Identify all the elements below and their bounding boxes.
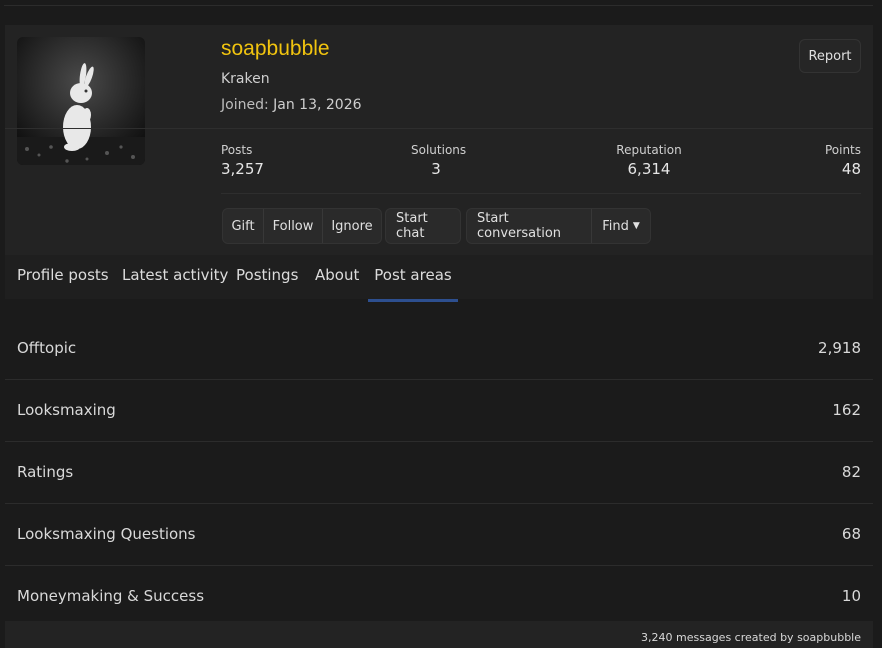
stat-posts[interactable]: Posts 3,257 [221,143,264,178]
post-areas-footer: 3,240 messages created by soapbubble [5,621,873,648]
chat-group: Start chat [385,208,461,244]
list-item[interactable]: Ratings 82 [5,442,873,504]
tab-post-areas[interactable]: Post areas [368,255,458,302]
conversation-group: Start conversation Find ▼ [466,208,651,244]
list-item[interactable]: Looksmaxing 162 [5,380,873,442]
stat-value: 48 [841,160,861,178]
divider [5,128,873,129]
list-item[interactable]: Looksmaxing Questions 68 [5,504,873,566]
post-area-name: Looksmaxing Questions [17,525,196,543]
post-area-count: 82 [841,463,861,481]
stats-bar: Posts 3,257 Solutions 3 Reputation 6,314… [221,143,861,183]
stat-value: 3,257 [221,160,264,178]
joined-label: Joined: [221,97,269,113]
joined-date: Joined: Jan 13, 2026 [221,97,362,113]
profile-tabs: Profile posts Latest activity Postings A… [5,255,873,302]
tab-latest-activity[interactable]: Latest activity [122,255,228,299]
joined-value: Jan 13, 2026 [273,97,362,113]
stat-label: Reputation [616,143,682,157]
messages-summary: 3,240 messages created by soapbubble [641,631,861,644]
stat-label: Points [824,143,861,157]
post-area-count: 10 [841,587,861,605]
tab-profile-posts[interactable]: Profile posts [17,255,109,299]
tab-about[interactable]: About [315,255,359,299]
post-area-count: 162 [832,401,861,419]
top-divider [4,0,873,6]
caret-down-icon: ▼ [632,221,640,231]
post-area-name: Ratings [17,463,74,481]
username[interactable]: soapbubble [221,37,330,61]
start-chat-button[interactable]: Start chat [386,209,460,243]
follow-button[interactable]: Follow [264,209,323,243]
stat-value: 3 [431,160,441,178]
post-area-count: 68 [841,525,861,543]
post-area-name: Looksmaxing [17,401,116,419]
list-item[interactable]: Offtopic 2,918 [5,299,873,380]
stat-points[interactable]: Points 48 [825,143,861,178]
gift-button[interactable]: Gift [223,209,264,243]
stat-reputation[interactable]: Reputation 6,314 [613,143,685,178]
stat-solutions[interactable]: Solutions 3 [411,143,466,178]
tab-postings[interactable]: Postings [236,255,298,299]
post-area-name: Moneymaking & Success [17,587,205,605]
report-button[interactable]: Report [799,39,861,73]
profile-header-card: soapbubble Kraken Joined: Jan 13, 2026 R… [5,25,873,255]
avatar[interactable] [17,37,145,165]
user-title: Kraken [221,71,270,87]
list-item[interactable]: Moneymaking & Success 10 [5,566,873,627]
stat-label: Posts [221,143,253,157]
stat-value: 6,314 [627,160,671,178]
member-actions-group: Gift Follow Ignore [222,208,382,244]
ignore-button[interactable]: Ignore [323,209,381,243]
start-conversation-button[interactable]: Start conversation [467,209,592,243]
find-menu-button[interactable]: Find ▼ [592,209,650,243]
find-label: Find [602,218,629,234]
stat-label: Solutions [411,143,467,157]
rabbit-icon [17,37,145,165]
divider [221,193,861,194]
post-areas-list: Offtopic 2,918 Looksmaxing 162 Ratings 8… [5,299,873,627]
